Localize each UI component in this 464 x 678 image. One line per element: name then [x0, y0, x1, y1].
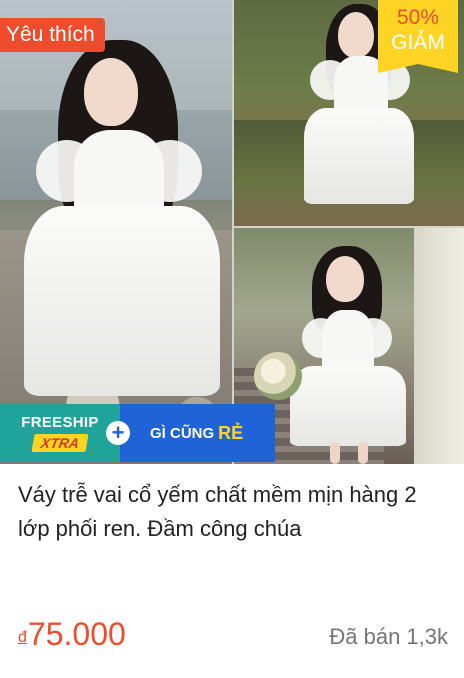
product-title[interactable]: Váy trễ vai cổ yếm chất mềm mịn hàng 2 l… — [18, 478, 446, 546]
freeship-title: FREESHIP — [21, 414, 99, 431]
product-card[interactable]: Yêu thích 50% GIẢM FREESHIP XTRA + GÌ CŨ… — [0, 0, 464, 678]
favorite-badge: Yêu thích — [0, 18, 105, 52]
currency-symbol: đ — [18, 629, 27, 646]
freeship-xtra-label: XTRA — [31, 434, 89, 452]
discount-label: GIẢM — [391, 31, 445, 54]
promo-banner: FREESHIP XTRA + GÌ CŨNG RẺ — [0, 404, 275, 462]
cheap-accent-text: RẺ — [218, 422, 244, 443]
cheap-text: GÌ CŨNG — [150, 424, 215, 442]
price-value: 75.000 — [27, 616, 126, 652]
discount-badge: 50% GIẢM — [378, 0, 458, 73]
product-image[interactable]: Yêu thích 50% GIẢM FREESHIP XTRA + GÌ CŨ… — [0, 0, 464, 464]
cheap-price-tag: GÌ CŨNG RẺ — [120, 404, 275, 462]
sold-count: Đã bán 1,3k — [329, 624, 448, 649]
product-price: đ75.000 — [18, 616, 126, 653]
discount-percent: 50% — [396, 6, 440, 29]
freeship-xtra-tag: FREESHIP XTRA — [0, 404, 120, 462]
plus-icon: + — [106, 421, 130, 445]
photo-main — [0, 0, 232, 464]
